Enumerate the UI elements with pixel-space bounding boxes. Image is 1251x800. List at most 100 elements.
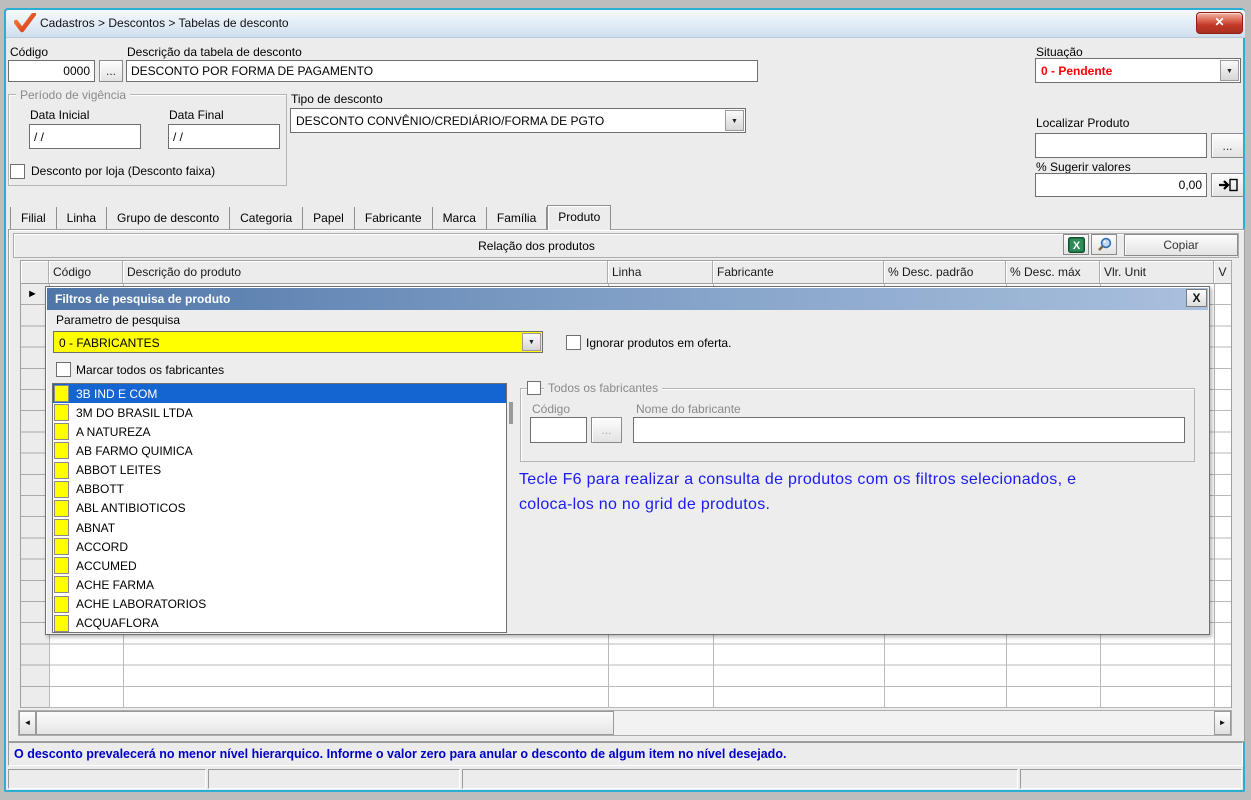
hierarchy-status-text: O desconto prevalecerá no menor nível hi… — [14, 747, 787, 761]
manufacturer-list-item[interactable]: A NATUREZA — [53, 422, 506, 441]
grid-horizontal-scrollbar[interactable]: ◄ ► — [18, 710, 1232, 736]
manufacturer-checkbox[interactable] — [54, 442, 69, 460]
manufacturer-name: ABNAT — [76, 520, 116, 535]
fabricante-browse-button[interactable]: ... — [591, 417, 622, 443]
manufacturer-list-item[interactable]: ACHE FARMA — [53, 575, 506, 594]
manufacturer-checkbox[interactable] — [54, 404, 69, 422]
copiar-button[interactable]: Copiar — [1124, 234, 1238, 256]
column-header-selector[interactable] — [21, 261, 49, 283]
manufacturer-name: 3B IND E COM — [76, 386, 158, 401]
column-header-fabricante[interactable]: Fabricante — [713, 261, 884, 283]
manufacturer-list-item[interactable]: ABBOT LEITES — [53, 461, 506, 480]
fabricante-codigo-input[interactable] — [530, 417, 587, 443]
chevron-down-icon[interactable]: ▼ — [522, 333, 541, 351]
tab-fabricante[interactable]: Fabricante — [355, 207, 433, 229]
manufacturer-list-item[interactable]: AB FARMO QUIMICA — [53, 441, 506, 460]
manufacturer-checkbox[interactable] — [54, 538, 69, 556]
arrow-into-document-icon — [1218, 179, 1238, 192]
screen: Cadastros > Descontos > Tabelas de desco… — [0, 0, 1251, 800]
localizar-produto-input[interactable] — [1035, 133, 1207, 158]
hierarchy-status-bar: O desconto prevalecerá no menor nível hi… — [8, 742, 1243, 766]
column-header-vlr-unit[interactable]: Vlr. Unit — [1100, 261, 1214, 283]
ignorar-ofertas-label: Ignorar produtos em oferta. — [586, 336, 732, 350]
codigo-browse-button[interactable]: ... — [99, 60, 123, 82]
manufacturer-checkbox[interactable] — [54, 423, 69, 441]
tab-strip: Filial Linha Grupo de desconto Categoria Pap… — [10, 205, 612, 230]
fabricante-nome-input[interactable] — [633, 417, 1185, 443]
manufacturer-list-item[interactable]: 3B IND E COM — [53, 384, 506, 404]
tab-marca[interactable]: Marca — [433, 207, 487, 229]
manufacturer-checkbox[interactable] — [54, 576, 69, 594]
manufacturer-list-item[interactable]: ABL ANTIBIOTICOS — [53, 499, 506, 518]
desconto-por-loja-checkbox[interactable] — [10, 164, 25, 179]
manufacturer-name: AB FARMO QUIMICA — [76, 443, 193, 458]
manufacturer-checkbox[interactable] — [54, 499, 69, 517]
manufacturer-name: ACQUAFLORA — [76, 616, 159, 631]
tab-produto[interactable]: Produto — [547, 205, 612, 230]
tab-linha[interactable]: Linha — [57, 207, 108, 229]
tab-família[interactable]: Família — [487, 207, 548, 229]
magnifier-icon — [1098, 237, 1112, 251]
column-header-código[interactable]: Código — [49, 261, 123, 283]
sugerir-valores-label: % Sugerir valores — [1036, 160, 1131, 174]
todos-fabricantes-checkbox[interactable] — [527, 381, 541, 395]
search-products-button[interactable] — [1091, 234, 1117, 255]
tab-grupo-de-desconto[interactable]: Grupo de desconto — [107, 207, 231, 229]
manufacturer-name: ABL ANTIBIOTICOS — [76, 501, 186, 516]
marcar-todos-checkbox[interactable] — [56, 362, 71, 377]
column-header--desc-máx[interactable]: % Desc. máx — [1006, 261, 1100, 283]
column-header-descrição-do-produto[interactable]: Descrição do produto — [123, 261, 608, 283]
ignorar-ofertas-checkbox[interactable] — [566, 335, 581, 350]
tab-filial[interactable]: Filial — [10, 207, 57, 229]
manufacturers-listbox[interactable]: 3B IND E COM 3M DO BRASIL LTDA A NATUREZA A… — [52, 383, 507, 633]
localizar-browse-button[interactable]: ... — [1211, 133, 1244, 158]
chevron-down-icon[interactable]: ▼ — [725, 110, 744, 131]
manufacturer-checkbox[interactable] — [54, 480, 69, 498]
manufacturer-checkbox[interactable] — [54, 519, 69, 537]
scroll-right-icon[interactable]: ► — [1214, 711, 1231, 735]
data-inicial-input[interactable] — [29, 124, 141, 149]
manufacturer-name: ACCUMED — [76, 558, 137, 573]
manufacturer-list-item[interactable]: ACCUMED — [53, 556, 506, 575]
manufacturer-checkbox[interactable] — [54, 385, 69, 403]
marcar-todos-label: Marcar todos os fabricantes — [76, 363, 225, 377]
manufacturer-list-item[interactable]: ABNAT — [53, 518, 506, 537]
manufacturer-name: ABBOT LEITES — [76, 463, 162, 478]
column-header-v[interactable]: V — [1214, 261, 1232, 283]
fabricante-codigo-label: Código — [532, 402, 571, 416]
statusbar-panel-3 — [462, 769, 1018, 789]
column-header--desc-padrão[interactable]: % Desc. padrão — [884, 261, 1006, 283]
chevron-down-icon[interactable]: ▼ — [1220, 60, 1239, 81]
data-final-input[interactable] — [168, 124, 280, 149]
apply-values-button[interactable] — [1211, 173, 1244, 197]
sugerir-valores-input[interactable] — [1035, 173, 1207, 197]
manufacturer-list-item[interactable]: ACQUAFLORA — [53, 614, 506, 632]
manufacturer-name: A NATUREZA — [76, 424, 151, 439]
export-excel-button[interactable]: X — [1063, 234, 1089, 255]
tab-categoria[interactable]: Categoria — [230, 207, 304, 229]
tipo-desconto-select[interactable]: DESCONTO CONVÊNIO/CREDIÁRIO/FORMA DE PGT… — [290, 108, 746, 133]
manufacturer-checkbox[interactable] — [54, 595, 69, 613]
tab-papel[interactable]: Papel — [303, 207, 355, 229]
parametro-pesquisa-select[interactable]: 0 - FABRICANTES ▼ — [53, 331, 543, 353]
manufacturer-checkbox[interactable] — [54, 557, 69, 575]
filter-dialog-title-bar[interactable]: Filtros de pesquisa de produto — [47, 288, 1208, 310]
codigo-label: Código — [10, 45, 49, 59]
listbox-scrollbar[interactable] — [509, 402, 513, 424]
manufacturer-list-item[interactable]: ACHE LABORATORIOS — [53, 595, 506, 614]
manufacturer-list-item[interactable]: ACCORD — [53, 537, 506, 556]
close-button[interactable]: ✕ — [1196, 12, 1243, 34]
column-header-linha[interactable]: Linha — [608, 261, 713, 283]
parametro-pesquisa-value: 0 - FABRICANTES — [59, 336, 160, 350]
codigo-input[interactable] — [8, 60, 95, 82]
manufacturer-list-item[interactable]: 3M DO BRASIL LTDA — [53, 403, 506, 422]
manufacturer-name: ACHE LABORATORIOS — [76, 597, 207, 612]
filter-dialog-close-button[interactable]: X — [1186, 289, 1207, 307]
manufacturer-checkbox[interactable] — [54, 614, 69, 632]
scroll-left-icon[interactable]: ◄ — [19, 711, 36, 735]
situacao-select[interactable]: 0 - Pendente ▼ — [1035, 58, 1241, 83]
descricao-input[interactable] — [126, 60, 758, 82]
manufacturer-checkbox[interactable] — [54, 461, 69, 479]
manufacturer-list-item[interactable]: ABBOTT — [53, 480, 506, 499]
scrollbar-thumb[interactable] — [36, 711, 614, 735]
